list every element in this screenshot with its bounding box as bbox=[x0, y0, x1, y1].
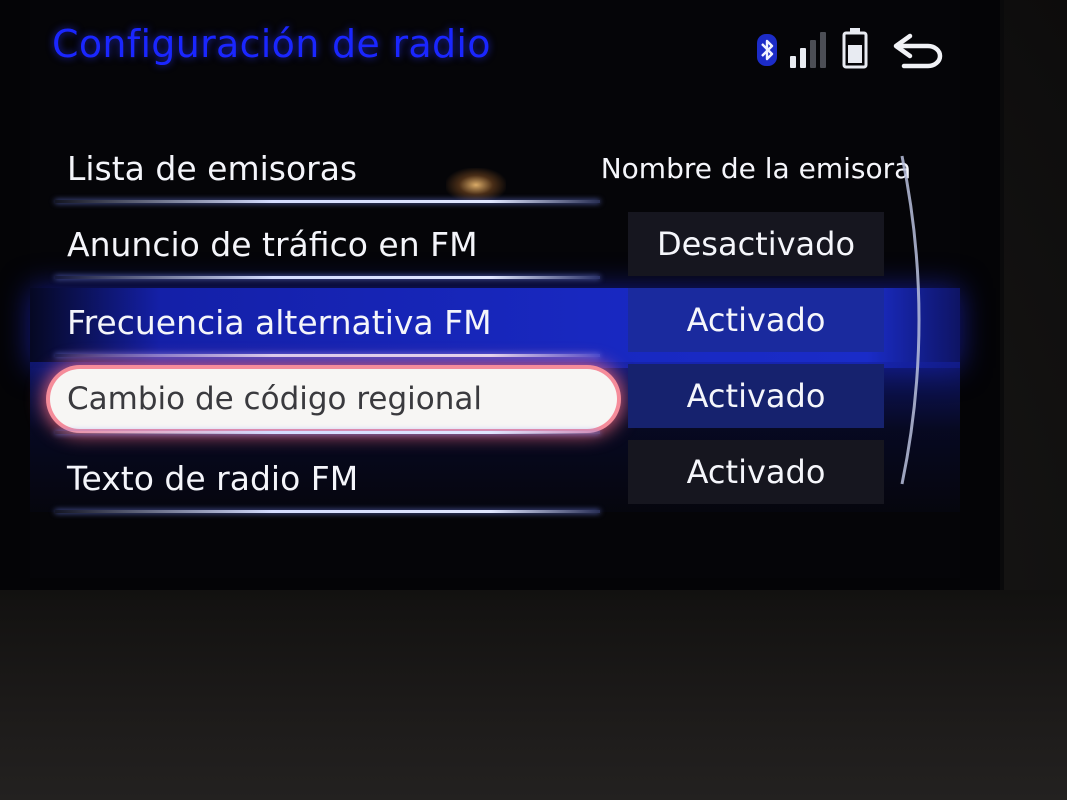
row-divider bbox=[55, 431, 600, 434]
setting-label: Frecuencia alternativa FM bbox=[67, 302, 492, 342]
row-divider bbox=[55, 354, 600, 357]
setting-label: Lista de emisoras bbox=[67, 148, 358, 188]
infotainment-screen: Configuración de radio Lista de emisoras… bbox=[0, 0, 1004, 590]
row-divider bbox=[55, 200, 600, 203]
setting-row-fm-radio-text[interactable]: Texto de radio FM bbox=[55, 446, 615, 513]
setting-label: Texto de radio FM bbox=[67, 458, 359, 498]
setting-row-station-list[interactable]: Lista de emisoras bbox=[55, 136, 615, 203]
setting-label: Anuncio de tráfico en FM bbox=[67, 224, 478, 264]
setting-value-fm-traffic[interactable]: Desactivado bbox=[628, 212, 884, 276]
setting-row-regional-code[interactable]: Cambio de código regional bbox=[50, 367, 617, 434]
setting-row-fm-traffic[interactable]: Anuncio de tráfico en FM bbox=[55, 212, 615, 279]
setting-row-fm-af[interactable]: Frecuencia alternativa FM bbox=[55, 290, 615, 357]
setting-label: Cambio de código regional bbox=[67, 381, 483, 417]
row-divider bbox=[55, 276, 600, 279]
setting-value-fm-radio-text[interactable]: Activado bbox=[628, 440, 884, 504]
settings-list: Lista de emisoras Nombre de la emisora A… bbox=[0, 0, 1000, 590]
setting-value-fm-af[interactable]: Activado bbox=[628, 288, 884, 352]
setting-value-regional-code[interactable]: Activado bbox=[628, 364, 884, 428]
dashboard-bezel bbox=[0, 590, 1067, 800]
photo-frame: Configuración de radio Lista de emisoras… bbox=[0, 0, 1067, 800]
setting-value-station-list[interactable]: Nombre de la emisora bbox=[601, 136, 912, 200]
row-divider bbox=[55, 510, 600, 513]
scrollbar[interactable] bbox=[896, 150, 936, 490]
